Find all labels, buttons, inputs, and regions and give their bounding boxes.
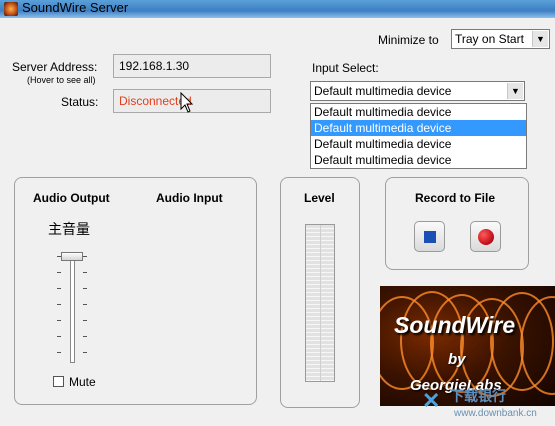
watermark-url: www.downbank.cn — [454, 408, 537, 419]
watermark: ✕ 下载银行 www.downbank.cn — [420, 384, 555, 426]
watermark-logo-icon: ✕ — [422, 388, 441, 413]
audio-panel — [14, 177, 257, 405]
volume-slider-track[interactable] — [70, 257, 75, 363]
audio-input-title: Audio Input — [156, 191, 223, 205]
mute-checkbox[interactable] — [53, 376, 64, 387]
soundwire-app-icon — [4, 2, 18, 16]
input-select-value: Default multimedia device — [314, 84, 452, 98]
input-option[interactable]: Default multimedia device — [311, 152, 526, 168]
stop-icon — [424, 231, 436, 243]
input-option[interactable]: Default multimedia device — [311, 104, 526, 120]
audio-output-title: Audio Output — [33, 191, 110, 205]
logo-title: SoundWire — [394, 312, 516, 338]
stop-button[interactable] — [414, 221, 445, 252]
chevron-down-icon[interactable]: ▼ — [507, 83, 523, 99]
record-button[interactable] — [470, 221, 501, 252]
master-volume-label: 主音量 — [48, 221, 90, 237]
input-option-highlighted[interactable]: Default multimedia device — [311, 120, 526, 136]
level-meter — [305, 224, 335, 382]
window-title: SoundWire Server — [22, 0, 129, 15]
input-option[interactable]: Default multimedia device — [311, 136, 526, 152]
input-select[interactable]: Default multimedia device ▼ — [310, 81, 525, 101]
server-address-hint: (Hover to see all) — [27, 75, 96, 85]
watermark-text: 下载银行 — [450, 388, 506, 404]
server-address-label: Server Address: — [12, 60, 98, 74]
level-title: Level — [304, 191, 335, 205]
record-title: Record to File — [415, 191, 496, 205]
mouse-cursor-icon — [180, 92, 194, 113]
logo-by: by — [448, 351, 466, 368]
title-bar: SoundWire Server — [0, 0, 555, 18]
server-address-field[interactable]: 192.168.1.30 — [113, 54, 271, 78]
record-icon — [478, 229, 494, 245]
status-label: Status: — [61, 95, 99, 109]
chevron-down-icon[interactable]: ▼ — [532, 31, 548, 47]
input-select-label: Input Select: — [312, 61, 379, 75]
minimize-label: Minimize to — [378, 33, 439, 47]
volume-slider-thumb[interactable] — [61, 252, 83, 261]
mute-label: Mute — [69, 375, 96, 389]
minimize-select[interactable]: Tray on Start ▼ — [451, 29, 550, 49]
minimize-select-value: Tray on Start — [455, 32, 524, 46]
input-select-dropdown: Default multimedia device Default multim… — [310, 103, 527, 169]
